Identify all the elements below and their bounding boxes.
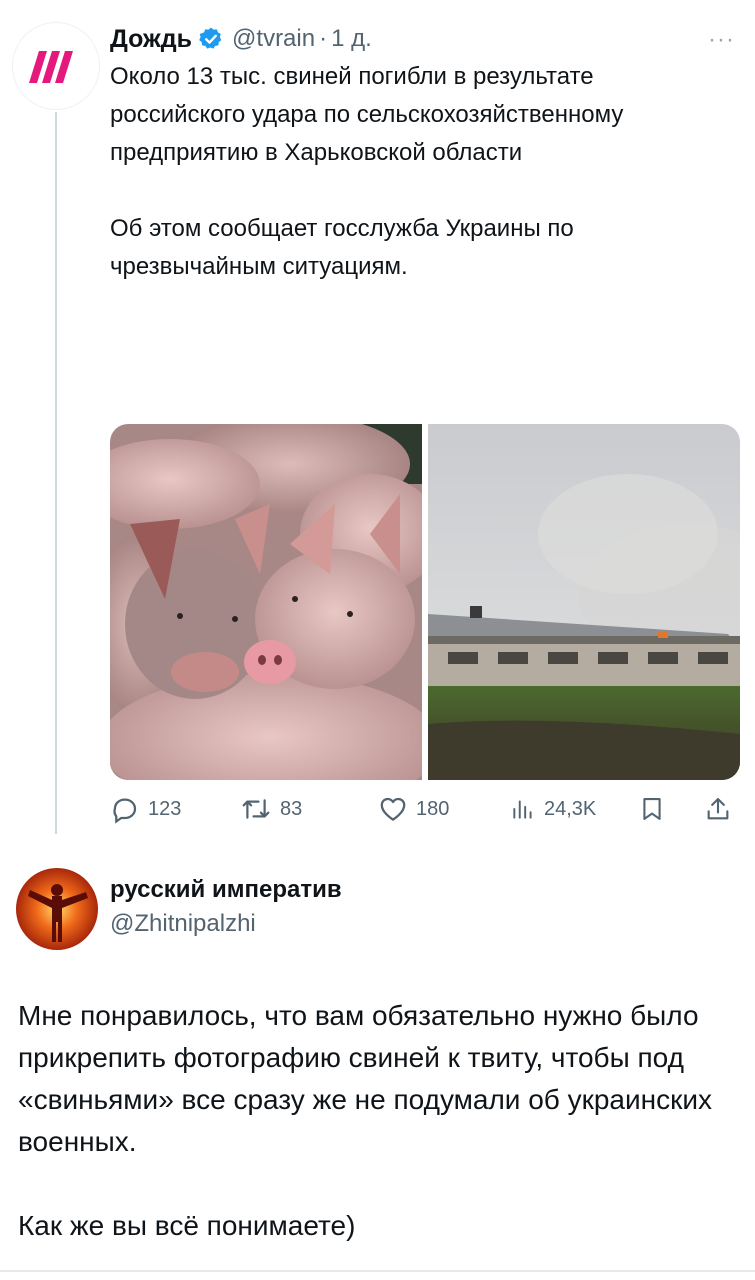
reply-author-name[interactable]: русский императив [110, 876, 342, 904]
bookmark-button[interactable] [638, 790, 674, 828]
heart-icon [380, 797, 406, 821]
reply-avatar[interactable] [16, 868, 98, 950]
retweet-button[interactable]: 83 [240, 790, 302, 828]
reply-count: 123 [148, 797, 182, 820]
author-handle[interactable]: @tvrain [232, 25, 315, 53]
tweet-text: Около 13 тыс. свиней погибли в результат… [110, 58, 735, 324]
pigs-photo[interactable] [110, 424, 422, 780]
reply-avatar-image [16, 868, 98, 950]
separator-dot: · [319, 25, 328, 52]
share-button[interactable] [704, 790, 740, 828]
tweet-paragraph: Об этом сообщает госслужба Украины по чр… [110, 215, 574, 280]
verified-badge-icon [198, 26, 224, 52]
analytics-icon [513, 800, 532, 819]
reply-paragraph: Мне понравилось, что вам обязательно нуж… [18, 1000, 712, 1157]
like-button[interactable]: 180 [378, 790, 449, 828]
retweet-icon [242, 799, 270, 819]
reply-text: Мне понравилось, что вам обязательно нуж… [18, 995, 743, 1280]
tweet-header: Дождь @tvrain · 1 д. ··· [110, 22, 735, 56]
reply-button[interactable]: 123 [110, 790, 181, 828]
retweet-count: 83 [280, 797, 303, 820]
author-name[interactable]: Дождь [110, 25, 192, 54]
tweet-paragraph: Около 13 тыс. свиней погибли в результат… [110, 63, 624, 166]
views-button[interactable]: 24,3K [510, 790, 596, 828]
more-options-icon[interactable]: ··· [708, 26, 735, 54]
dozhd-logo-icon [29, 51, 73, 83]
bookmark-icon [643, 798, 661, 820]
tweet-media [110, 424, 740, 780]
reply-author-handle[interactable]: @Zhitnipalzhi [110, 910, 256, 938]
tweet-actions: 123 83 180 24,3K [110, 790, 740, 830]
reply-paragraph: Как же вы всё понимаете) [18, 1210, 356, 1241]
author-avatar[interactable] [12, 22, 100, 110]
tweet-timestamp[interactable]: 1 д. [331, 25, 372, 53]
views-count: 24,3K [544, 797, 597, 820]
share-icon [707, 798, 729, 820]
like-count: 180 [416, 797, 450, 820]
farm-fire-photo[interactable] [428, 424, 740, 780]
bottom-divider [0, 1270, 755, 1272]
thread-line [55, 112, 57, 834]
reply-icon [113, 798, 137, 824]
